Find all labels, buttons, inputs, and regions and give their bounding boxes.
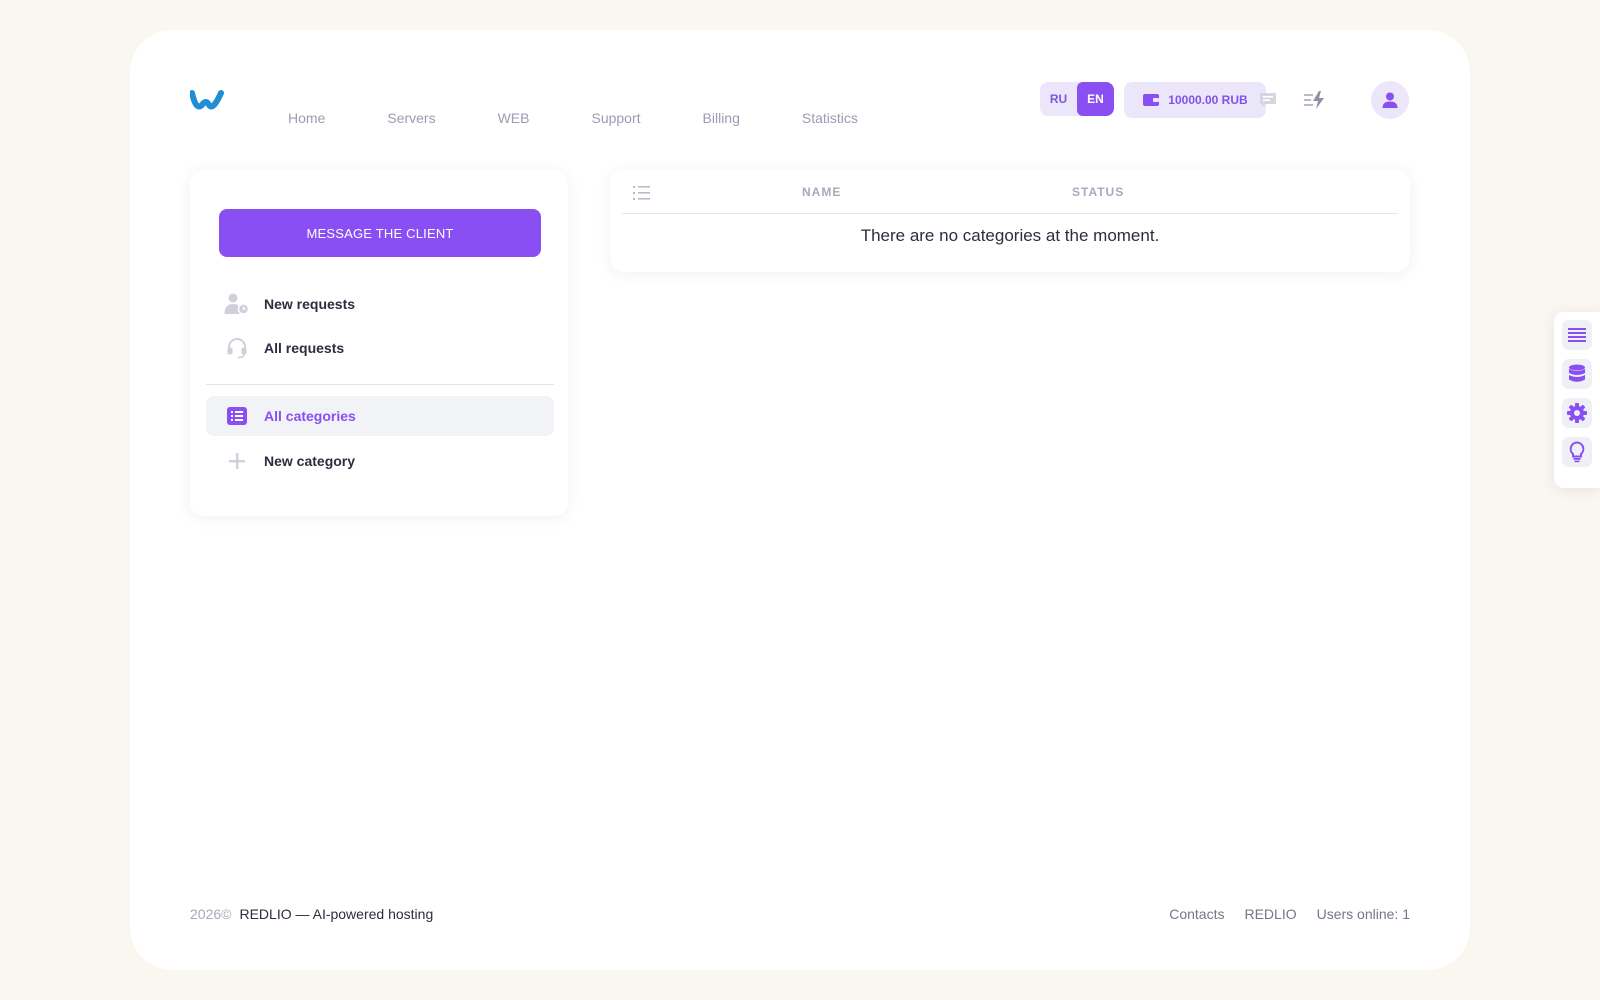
- activity-bolt-icon[interactable]: [1303, 88, 1327, 112]
- sidebar-item-label: New requests: [264, 296, 356, 312]
- database-icon[interactable]: [1562, 359, 1592, 389]
- gear-icon[interactable]: [1562, 398, 1592, 428]
- language-switch: RU EN: [1040, 82, 1114, 116]
- empty-state-message: There are no categories at the moment.: [860, 226, 1160, 245]
- main-frame: Home Servers WEB Support Billing Statist…: [130, 30, 1470, 970]
- sidebar-item-label: All requests: [264, 340, 345, 356]
- nav-web[interactable]: WEB: [498, 110, 530, 126]
- footer-copyright: 2026© REDLIO — AI-powered hosting: [190, 906, 433, 922]
- table-header-divider: [622, 213, 1398, 214]
- user-clock-icon: [224, 291, 250, 317]
- sidebar-item-all-requests[interactable]: All requests: [206, 328, 554, 368]
- footer-link-redlio[interactable]: REDLIO: [1244, 906, 1296, 922]
- plus-icon: [224, 448, 250, 474]
- wave-logo-icon[interactable]: [190, 87, 224, 113]
- footer-year: 2026©: [190, 906, 232, 922]
- sidebar-item-new-requests[interactable]: New requests: [206, 284, 554, 324]
- wallet-icon: [1143, 94, 1160, 106]
- column-header-status[interactable]: STATUS: [1072, 185, 1124, 199]
- nav-servers[interactable]: Servers: [387, 110, 435, 126]
- list-icon: [224, 403, 250, 429]
- headset-icon: [224, 335, 250, 361]
- nav-home[interactable]: Home: [288, 110, 325, 126]
- lightbulb-icon[interactable]: [1562, 437, 1592, 467]
- column-header-name[interactable]: NAME: [802, 185, 841, 199]
- floating-tool-panel: [1554, 312, 1600, 488]
- sidebar-item-label: New category: [264, 453, 356, 469]
- user-avatar-icon[interactable]: [1371, 81, 1409, 119]
- chat-icon[interactable]: [1256, 88, 1280, 112]
- lang-en-button[interactable]: EN: [1077, 82, 1114, 116]
- list-order-icon[interactable]: [632, 184, 652, 202]
- sidebar-divider: [206, 384, 554, 385]
- nav-support[interactable]: Support: [591, 110, 640, 126]
- sidebar-item-all-categories[interactable]: All categories: [206, 396, 554, 436]
- message-client-button[interactable]: MESSAGE THE CLIENT: [219, 209, 541, 257]
- users-online: Users online: 1: [1316, 906, 1410, 922]
- sidebar-item-label: All categories: [264, 408, 356, 424]
- top-nav: Home Servers WEB Support Billing Statist…: [288, 110, 920, 126]
- nav-billing[interactable]: Billing: [703, 110, 740, 126]
- list-lines-icon[interactable]: [1562, 320, 1592, 350]
- footer-links: Contacts REDLIO Users online: 1: [1169, 906, 1410, 922]
- sidebar-card: MESSAGE THE CLIENT New requests All requ…: [190, 170, 568, 516]
- footer-link-contacts[interactable]: Contacts: [1169, 906, 1224, 922]
- balance-amount: 10000.00 RUB: [1168, 93, 1248, 107]
- nav-statistics[interactable]: Statistics: [802, 110, 858, 126]
- sidebar-item-new-category[interactable]: New category: [206, 441, 554, 481]
- footer-brand: REDLIO — AI-powered hosting: [239, 906, 434, 922]
- balance-button[interactable]: 10000.00 RUB: [1124, 82, 1266, 118]
- categories-table: NAME STATUS There are no categories at t…: [610, 170, 1410, 272]
- lang-ru-button[interactable]: RU: [1040, 82, 1077, 116]
